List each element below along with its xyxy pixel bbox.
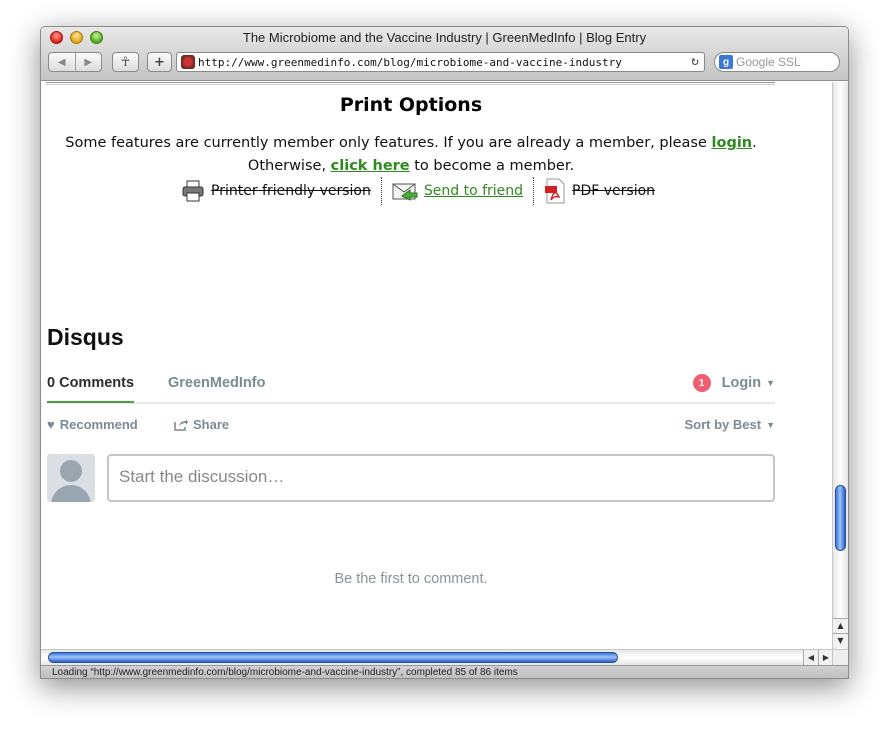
printer-icon [182,180,204,202]
tab-comments[interactable]: 0 Comments [47,375,135,403]
tab-community[interactable]: GreenMedInfo [168,375,265,391]
send-to-friend-label: Send to friend [423,183,524,199]
discussion-placeholder: Start the discussion… [119,467,285,486]
status-bar: Loading “http://www.greenmedinfo.com/blo… [41,665,848,678]
bookmark-ankh-button[interactable]: ☥ [112,52,139,72]
scroll-up-arrow-icon[interactable]: ▲ [833,618,848,632]
share-icon [174,419,188,431]
send-to-friend-link[interactable]: Send to friend [382,177,535,205]
heart-icon: ♥ [47,417,55,432]
scroll-right-arrow-icon[interactable]: ▶ [818,650,833,665]
login-label: Login [721,375,762,391]
avatar-body-shape [51,485,91,502]
chevron-down-icon: ▼ [766,378,775,388]
pdf-icon [545,178,565,204]
share-label: Share [193,417,230,432]
avatar-head-shape [60,460,82,482]
address-bar[interactable]: http://www.greenmedinfo.com/blog/microbi… [176,52,705,72]
search-field[interactable]: g Google SSL [714,52,840,72]
share-button[interactable]: Share [174,417,229,432]
printer-friendly-label: Printer friendly version [211,183,371,199]
sort-label: Sort by Best [684,417,762,432]
notification-badge[interactable]: 1 [692,374,711,392]
send-mail-icon [392,183,418,201]
back-forward-group: ◀ ▶ [48,52,102,72]
scroll-corner [832,649,848,665]
login-link[interactable]: login [712,135,753,151]
pdf-version-link[interactable]: PDF version [534,177,665,205]
horizontal-scroll-thumb[interactable] [48,652,618,663]
browser-window: The Microbiome and the Vaccine Industry … [40,26,849,679]
printer-friendly-link[interactable]: Printer friendly version [171,177,382,205]
title-bar: The Microbiome and the Vaccine Industry … [41,27,848,81]
avatar [47,454,95,502]
pdf-version-label: PDF version [572,183,656,199]
add-bookmark-button[interactable]: + [147,52,172,72]
back-arrow-icon[interactable]: ◀ [49,53,76,71]
member-message: Some features are currently member only … [41,132,781,178]
member-message-period: . [752,135,757,151]
become-member-text: to become a member. [409,158,575,174]
login-menu[interactable]: 1 Login ▼ [692,374,775,392]
discussion-input[interactable]: Start the discussion… [107,454,775,502]
disqus-heading: Disqus [47,324,124,350]
scroll-left-arrow-icon[interactable]: ◀ [803,650,818,665]
page-content: Print Options Some features are currentl… [41,82,834,649]
recommend-label: Recommend [59,417,138,432]
ankh-icon: ☥ [120,54,131,70]
google-icon[interactable]: g [719,55,733,69]
vertical-scrollbar[interactable]: ▲ ▼ [832,82,848,649]
chevron-down-icon: ▼ [766,419,775,430]
url-text: http://www.greenmedinfo.com/blog/microbi… [198,55,622,69]
window-title: The Microbiome and the Vaccine Industry … [242,30,647,45]
recommend-button[interactable]: ♥ Recommend [47,417,138,432]
member-message-text: Some features are currently member only … [65,135,712,151]
search-placeholder: Google SSL [736,55,801,69]
divider-line [46,82,775,85]
disqus-nav: 0 Comments GreenMedInfo 1 Login ▼ [47,370,775,404]
plus-icon: + [154,54,165,70]
scroll-down-arrow-icon[interactable]: ▼ [833,633,848,647]
sort-dropdown[interactable]: Sort by Best ▼ [685,417,776,432]
print-links-row: Printer friendly version Send to friend … [171,176,665,206]
vertical-scroll-thumb[interactable] [835,485,846,551]
site-favicon-icon [181,55,195,69]
comment-actions: ♥ Recommend Share Sort by Best ▼ [47,417,775,437]
reload-icon[interactable]: ↻ [691,54,699,69]
empty-comments-message: Be the first to comment. [334,571,488,587]
otherwise-text: Otherwise, [247,158,331,174]
click-here-link[interactable]: click here [331,158,410,174]
horizontal-scrollbar[interactable]: ◀ ▶ [41,649,834,665]
print-options-heading: Print Options [339,94,483,116]
forward-arrow-icon[interactable]: ▶ [76,53,102,71]
